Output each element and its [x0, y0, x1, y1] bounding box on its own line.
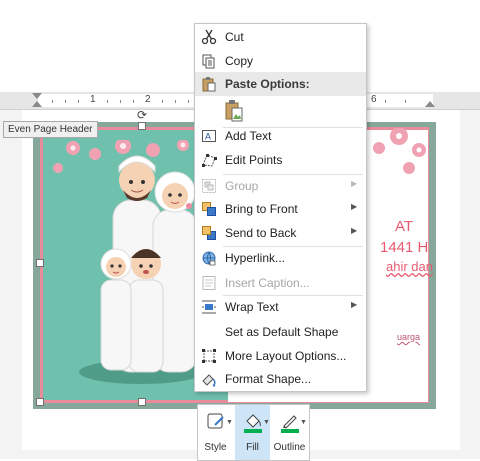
pen-outline-icon: [281, 415, 299, 433]
right-indent-marker[interactable]: [425, 101, 435, 107]
group-icon: [202, 179, 216, 193]
edit-points-icon: [202, 154, 217, 167]
outline-color-swatch: [281, 429, 299, 433]
fill-color-swatch: [244, 429, 262, 433]
caption-icon: [202, 276, 216, 290]
menu-item-bring-to-front[interactable]: Bring to Front ▶: [195, 197, 366, 221]
menu-item-label: Bring to Front: [225, 202, 298, 216]
submenu-arrow-icon: ▶: [351, 179, 358, 188]
resize-handle-left[interactable]: [36, 259, 44, 267]
submenu-arrow-icon: ▶: [351, 202, 358, 211]
submenu-arrow-icon: ▶: [351, 226, 358, 235]
menu-item-cut[interactable]: Cut: [195, 25, 366, 49]
clipboard-icon: [202, 77, 216, 92]
menu-item-label: Edit Points: [225, 153, 283, 167]
context-menu: Cut Copy Paste Options: A Add Text Edit …: [194, 23, 367, 392]
left-indent-marker[interactable]: [32, 101, 42, 107]
scissors-icon: [201, 29, 217, 45]
menu-item-label: Set as Default Shape: [225, 325, 339, 339]
layout-options-icon: [202, 349, 216, 363]
menu-item-wrap-text[interactable]: Wrap Text ▶: [195, 295, 366, 319]
fill-button[interactable]: ▼ Fill: [235, 405, 270, 460]
dropdown-arrow-icon[interactable]: ▼: [226, 419, 233, 426]
outline-button[interactable]: ▼ Outline: [272, 405, 307, 460]
shape-style-icon: [207, 413, 224, 429]
resize-handle-bottom[interactable]: [138, 398, 146, 406]
menu-item-group[interactable]: Group ▶: [195, 174, 366, 198]
card-family-fragment: uarga: [397, 332, 421, 342]
paste-option-picture[interactable]: [195, 97, 366, 125]
style-label: Style: [204, 442, 227, 453]
rotate-handle-icon[interactable]: ⟳: [137, 108, 147, 122]
menu-section-label: Paste Options:: [225, 77, 310, 91]
menu-item-label: More Layout Options...: [225, 349, 347, 363]
menu-item-label: Hyperlink...: [225, 251, 286, 265]
wrap-text-icon: [202, 300, 216, 314]
first-line-indent-marker[interactable]: [32, 93, 42, 99]
dropdown-arrow-icon[interactable]: ▼: [300, 419, 307, 426]
even-page-header-tag: Even Page Header: [3, 121, 98, 138]
menu-item-label: Format Shape...: [225, 372, 312, 386]
copy-icon: [202, 54, 215, 69]
outline-label: Outline: [273, 442, 306, 453]
ruler-number: 2: [145, 94, 151, 105]
menu-item-label: Add Text: [225, 129, 272, 143]
menu-item-label: Group: [225, 179, 259, 193]
resize-handle-top[interactable]: [138, 122, 146, 130]
submenu-arrow-icon: ▶: [351, 300, 358, 309]
menu-item-send-to-back[interactable]: Send to Back ▶: [195, 221, 366, 245]
card-greeting-fragment: ahir dan: [386, 259, 433, 274]
menu-item-add-text[interactable]: A Add Text: [195, 124, 366, 148]
resize-handle-bottom-left[interactable]: [36, 398, 44, 406]
mini-toolbar: ▼ Style ▼ Fill ▼ Outline: [197, 404, 310, 461]
menu-item-label: Cut: [225, 30, 244, 44]
menu-item-label: Copy: [225, 54, 254, 68]
style-button[interactable]: ▼ Style: [198, 405, 233, 460]
fill-label: Fill: [246, 442, 259, 453]
ruler-number: 1: [90, 94, 96, 105]
menu-item-format-shape[interactable]: Format Shape...: [195, 367, 366, 391]
ruler-number: 6: [371, 94, 377, 105]
paste-picture-icon: [225, 100, 243, 122]
dropdown-arrow-icon[interactable]: ▼: [263, 419, 270, 426]
menu-item-copy[interactable]: Copy: [195, 49, 366, 73]
svg-text:A: A: [205, 132, 211, 142]
menu-item-label: Insert Caption...: [225, 276, 310, 290]
hyperlink-icon: [202, 251, 216, 266]
paint-bucket-icon: [244, 414, 262, 433]
bring-front-icon: [202, 202, 216, 216]
card-title-fragment: AT: [395, 218, 414, 235]
format-shape-icon: [202, 374, 216, 387]
menu-item-edit-points[interactable]: Edit Points: [195, 148, 366, 172]
menu-item-hyperlink[interactable]: Hyperlink...: [195, 246, 366, 270]
menu-item-label: Send to Back: [225, 226, 297, 240]
menu-item-insert-caption[interactable]: Insert Caption...: [195, 271, 366, 295]
card-year-fragment: 1441 H: [380, 239, 429, 256]
send-back-icon: [202, 226, 216, 240]
menu-item-set-default-shape[interactable]: Set as Default Shape: [195, 320, 366, 344]
paste-options-header: Paste Options:: [195, 72, 366, 96]
textbox-icon: A: [202, 130, 216, 142]
menu-item-label: Wrap Text: [225, 300, 279, 314]
menu-item-more-layout-options[interactable]: More Layout Options...: [195, 344, 366, 368]
